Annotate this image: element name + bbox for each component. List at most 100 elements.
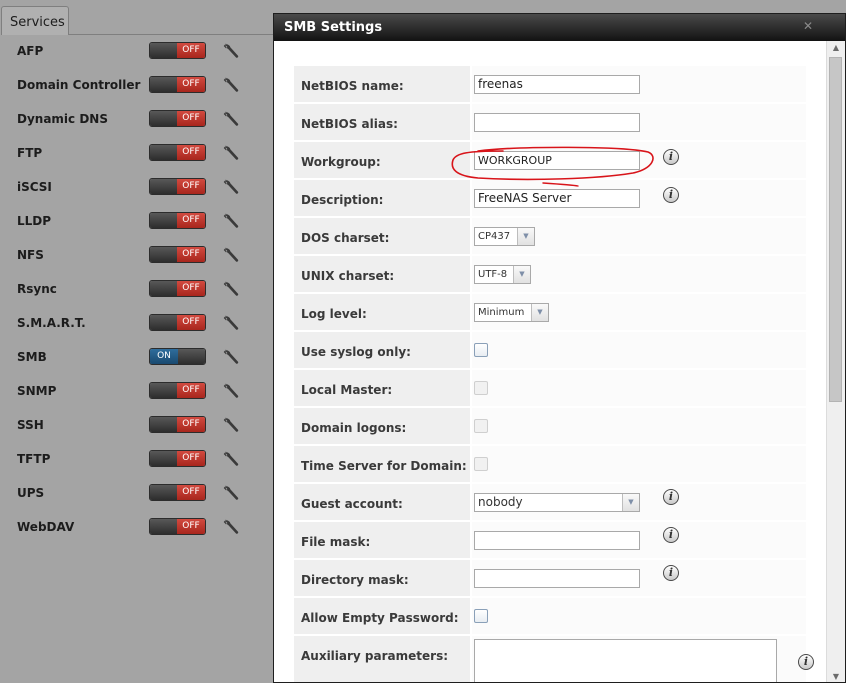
- service-name: SNMP: [17, 384, 57, 398]
- toggle-knob: [150, 417, 177, 432]
- service-toggle[interactable]: OFF: [149, 144, 206, 161]
- local-master-label: Local Master:: [294, 370, 470, 406]
- service-name: SMB: [17, 350, 47, 364]
- workgroup-info-icon[interactable]: i: [663, 149, 679, 165]
- description-input[interactable]: FreeNAS Server: [474, 189, 640, 208]
- service-toggle[interactable]: OFF: [149, 110, 206, 127]
- file-mask-info-icon[interactable]: i: [663, 527, 679, 543]
- service-row: NFS OFF: [0, 239, 272, 273]
- auxiliary-parameters-textarea[interactable]: [474, 639, 777, 682]
- netbios-alias-input[interactable]: [474, 113, 640, 132]
- toggle-state-label: OFF: [177, 485, 205, 500]
- wrench-icon[interactable]: [223, 348, 239, 366]
- close-icon[interactable]: ✕: [802, 20, 814, 32]
- file-mask-cell: i: [472, 522, 806, 558]
- description-cell: FreeNAS Server i: [472, 180, 806, 216]
- scroll-up-arrow-icon[interactable]: ▲: [827, 41, 845, 55]
- service-toggle[interactable]: OFF: [149, 484, 206, 501]
- chevron-down-icon[interactable]: ▼: [517, 228, 534, 245]
- chevron-down-icon[interactable]: ▼: [531, 304, 548, 321]
- service-toggle[interactable]: OFF: [149, 450, 206, 467]
- row-guest-account: Guest account: nobody ▼ i: [294, 484, 806, 520]
- toggle-knob: [150, 77, 177, 92]
- dialog-scrollbar[interactable]: ▲ ▼: [826, 41, 845, 682]
- wrench-icon[interactable]: [223, 450, 239, 468]
- toggle-knob: [150, 451, 177, 466]
- service-toggle[interactable]: OFF: [149, 416, 206, 433]
- service-toggle[interactable]: OFF: [149, 178, 206, 195]
- log-level-select[interactable]: Minimum ▼: [474, 303, 549, 322]
- dos-charset-select[interactable]: CP437 ▼: [474, 227, 535, 246]
- wrench-icon[interactable]: [223, 212, 239, 230]
- toggle-state-label: OFF: [177, 77, 205, 92]
- service-toggle[interactable]: OFF: [149, 314, 206, 331]
- toggle-knob: [150, 383, 177, 398]
- wrench-icon[interactable]: [223, 42, 239, 60]
- directory-mask-cell: i: [472, 560, 806, 596]
- row-allow-empty-password: Allow Empty Password:: [294, 598, 806, 634]
- service-toggle[interactable]: OFF: [149, 382, 206, 399]
- local-master-checkbox: [474, 381, 488, 395]
- guest-account-select[interactable]: nobody ▼: [474, 493, 640, 512]
- allow-empty-password-label: Allow Empty Password:: [294, 598, 470, 634]
- netbios-alias-cell: [472, 104, 806, 140]
- wrench-icon[interactable]: [223, 110, 239, 128]
- row-directory-mask: Directory mask: i: [294, 560, 806, 596]
- wrench-icon[interactable]: [223, 382, 239, 400]
- log-level-cell: Minimum ▼: [472, 294, 806, 330]
- toggle-state-label: OFF: [177, 111, 205, 126]
- service-row: LLDP OFF: [0, 205, 272, 239]
- description-info-icon[interactable]: i: [663, 187, 679, 203]
- toggle-state-label: OFF: [177, 383, 205, 398]
- scroll-thumb[interactable]: [829, 57, 842, 402]
- service-toggle[interactable]: OFF: [149, 518, 206, 535]
- wrench-icon[interactable]: [223, 280, 239, 298]
- allow-empty-password-checkbox[interactable]: [474, 609, 488, 623]
- auxiliary-parameters-info-icon[interactable]: i: [798, 654, 814, 670]
- use-syslog-checkbox[interactable]: [474, 343, 488, 357]
- netbios-name-cell: freenas: [472, 66, 806, 102]
- service-toggle[interactable]: OFF: [149, 212, 206, 229]
- chevron-down-icon[interactable]: ▼: [513, 266, 530, 283]
- dialog-titlebar[interactable]: SMB Settings ✕: [274, 14, 845, 41]
- service-name: NFS: [17, 248, 44, 262]
- service-row: UPS OFF: [0, 477, 272, 511]
- wrench-icon[interactable]: [223, 416, 239, 434]
- unix-charset-select[interactable]: UTF-8 ▼: [474, 265, 531, 284]
- guest-account-label: Guest account:: [294, 484, 470, 520]
- service-toggle[interactable]: ON: [149, 348, 206, 365]
- wrench-icon[interactable]: [223, 518, 239, 536]
- toggle-state-label: OFF: [177, 247, 205, 262]
- service-row: FTP OFF: [0, 137, 272, 171]
- wrench-icon[interactable]: [223, 76, 239, 94]
- toggle-knob: [150, 111, 177, 126]
- wrench-icon[interactable]: [223, 246, 239, 264]
- toggle-state-label: OFF: [177, 281, 205, 296]
- service-toggle[interactable]: OFF: [149, 76, 206, 93]
- netbios-name-input[interactable]: freenas: [474, 75, 640, 94]
- chevron-down-icon[interactable]: ▼: [622, 494, 639, 511]
- log-level-label: Log level:: [294, 294, 470, 330]
- wrench-icon[interactable]: [223, 178, 239, 196]
- file-mask-input[interactable]: [474, 531, 640, 550]
- workgroup-input[interactable]: WORKGROUP: [474, 151, 640, 170]
- service-toggle[interactable]: OFF: [149, 280, 206, 297]
- toggle-state-label: OFF: [177, 417, 205, 432]
- tab-services[interactable]: Services: [1, 6, 69, 35]
- guest-account-info-icon[interactable]: i: [663, 489, 679, 505]
- domain-logons-checkbox: [474, 419, 488, 433]
- wrench-icon[interactable]: [223, 484, 239, 502]
- service-name: SSH: [17, 418, 44, 432]
- service-toggle[interactable]: OFF: [149, 42, 206, 59]
- scroll-down-arrow-icon[interactable]: ▼: [827, 670, 845, 682]
- service-toggle[interactable]: OFF: [149, 246, 206, 263]
- service-name: Rsync: [17, 282, 57, 296]
- use-syslog-cell: [472, 332, 806, 368]
- service-row: SNMP OFF: [0, 375, 272, 409]
- toggle-state-label: OFF: [177, 519, 205, 534]
- toggle-state-label: OFF: [177, 315, 205, 330]
- directory-mask-input[interactable]: [474, 569, 640, 588]
- directory-mask-info-icon[interactable]: i: [663, 565, 679, 581]
- wrench-icon[interactable]: [223, 314, 239, 332]
- wrench-icon[interactable]: [223, 144, 239, 162]
